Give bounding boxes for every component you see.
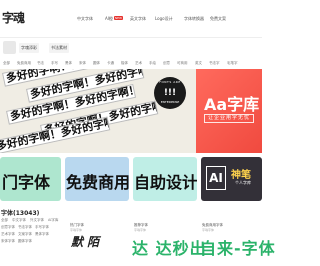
- seal-mark: !!!: [163, 88, 177, 98]
- nav-label: 中文字体: [77, 16, 93, 21]
- nav-label: 字体转换器: [184, 16, 204, 21]
- category-item[interactable]: 创意: [163, 61, 170, 66]
- category-item[interactable]: 手写: [51, 61, 58, 66]
- category-bar: 全部 免费商用 书法 手写 黑体 宋体 圆体 卡通 楷体 艺术 手绘 创意 可商…: [0, 60, 262, 68]
- banner-right-panel: Aa字库 让企业用字无忧: [196, 69, 262, 153]
- category-item[interactable]: 毛笔字: [227, 61, 238, 66]
- card-preview: 默 陌: [71, 235, 100, 249]
- filter-item[interactable]: 书法字体: [18, 225, 32, 230]
- nav-item-font-converter[interactable]: 字体转换器: [184, 16, 204, 22]
- tile-label: 自助设计: [134, 173, 197, 192]
- category-item[interactable]: 书法字: [209, 61, 220, 66]
- sub-bar: 字魂添彩 书法素材: [0, 38, 262, 58]
- card-subtag: 字魂字体: [70, 228, 83, 232]
- card-subtag: 字魂字体: [202, 228, 215, 232]
- filter-item[interactable]: 外文字体: [30, 218, 44, 223]
- ai-badge: AI: [206, 166, 226, 190]
- nav-item-chinese-fonts[interactable]: 中文字体: [77, 16, 93, 22]
- category-item[interactable]: 圆体: [93, 61, 100, 66]
- new-badge: NEW: [113, 16, 124, 20]
- banner-title: Aa字库: [204, 95, 260, 114]
- filter-item[interactable]: 全部: [1, 218, 8, 223]
- font-card[interactable]: 热门字体 字魂字体 默 陌: [66, 221, 126, 266]
- filter-item[interactable]: 圆体字体: [18, 239, 32, 244]
- category-item[interactable]: 手绘: [149, 61, 156, 66]
- font-card[interactable]: 免费商用字体 字魂字体 自来-字体: [198, 221, 275, 266]
- tile-popular-fonts[interactable]: 门字体: [0, 157, 61, 201]
- filter-item[interactable]: 宋体字体: [1, 239, 15, 244]
- banner-subtitle: 让企业用字无忧: [204, 114, 255, 123]
- card-watermark: 自来-字体: [200, 239, 276, 258]
- tile-label: 门字体: [2, 173, 51, 192]
- section-title: 字体(13043): [1, 210, 40, 217]
- tile-ai-subtitle: 个人字库: [235, 180, 251, 185]
- nav-item-ai[interactable]: AI橙 NEW: [105, 16, 124, 22]
- nav-item-free-copy[interactable]: 免费文案: [210, 16, 226, 22]
- tile-free-commercial[interactable]: 免费商用: [65, 157, 129, 201]
- filter-item[interactable]: 中文字体: [12, 218, 26, 223]
- quick-link-calligraphy[interactable]: 书法素材: [49, 43, 69, 53]
- site-logo[interactable]: 字魂: [2, 9, 25, 26]
- category-item[interactable]: 英文: [195, 61, 202, 66]
- category-item[interactable]: 宋体: [79, 61, 86, 66]
- nav-item-logo-design[interactable]: Logo设计: [155, 16, 173, 22]
- filter-item[interactable]: 文案字体: [18, 232, 32, 237]
- nav-label: Logo设计: [155, 16, 173, 21]
- banner-left-panel: 多好的字啊！多好的字啊！ 多好的字啊！多好的字啊！ 多好的字啊！多好的字啊！ 多…: [0, 69, 196, 153]
- category-item[interactable]: 可商用: [177, 61, 188, 66]
- filter-item[interactable]: 创意字体: [1, 225, 15, 230]
- nav-label: 英文字体: [130, 16, 146, 21]
- category-item[interactable]: 艺术: [135, 61, 142, 66]
- card-watermark: 达 达秒出: [132, 239, 207, 258]
- seal-bottom-text: ENTERPRISE: [160, 100, 180, 104]
- tile-ai-brush[interactable]: AI 神笔 个人字库: [201, 157, 262, 201]
- seal-top-text: FONTS ARE: [159, 80, 181, 84]
- tile-ai-title: 神笔: [231, 170, 251, 181]
- filter-item[interactable]: 黑体字体: [35, 232, 49, 237]
- filter-item[interactable]: 艺术字体: [1, 232, 15, 237]
- filter-item[interactable]: 手写字体: [35, 225, 49, 230]
- font-card[interactable]: 推荐字体 字魂字体 达 达秒出: [130, 221, 206, 266]
- filter-item[interactable]: AI字库: [48, 218, 58, 223]
- font-list-section: 字体(13043) 全部 中文字体 外文字体 AI字库 创意字体 书法字体 手写…: [0, 204, 275, 266]
- enterprise-seal: FONTS ARE !!! ENTERPRISE: [154, 77, 186, 109]
- category-item[interactable]: 免费商用: [17, 61, 31, 66]
- card-subtag: 字魂字体: [134, 228, 147, 232]
- category-item[interactable]: 书法: [37, 61, 44, 66]
- quick-link-color[interactable]: 字魂添彩: [19, 43, 39, 53]
- nav-label: 免费文案: [210, 16, 226, 21]
- top-bar: 字魂 中文字体 AI橙 NEW 英文字体 Logo设计 字体转换器 免费文案: [0, 0, 262, 38]
- category-item[interactable]: 楷体: [121, 61, 128, 66]
- feature-tiles: 门字体 免费商用 自助设计 AI 神笔 个人字库: [0, 157, 262, 201]
- category-item[interactable]: 黑体: [65, 61, 72, 66]
- category-item[interactable]: 卡通: [107, 61, 114, 66]
- hero-banner[interactable]: 多好的字啊！多好的字啊！ 多好的字啊！多好的字啊！ 多好的字啊！多好的字啊！ 多…: [0, 69, 262, 153]
- nav-item-english-fonts[interactable]: 英文字体: [130, 16, 146, 22]
- nav-label: AI橙: [105, 16, 113, 21]
- tile-label: 免费商用: [66, 173, 129, 192]
- tile-self-design[interactable]: 自助设计: [133, 157, 197, 201]
- home-icon[interactable]: [3, 41, 16, 54]
- category-item[interactable]: 全部: [3, 61, 10, 66]
